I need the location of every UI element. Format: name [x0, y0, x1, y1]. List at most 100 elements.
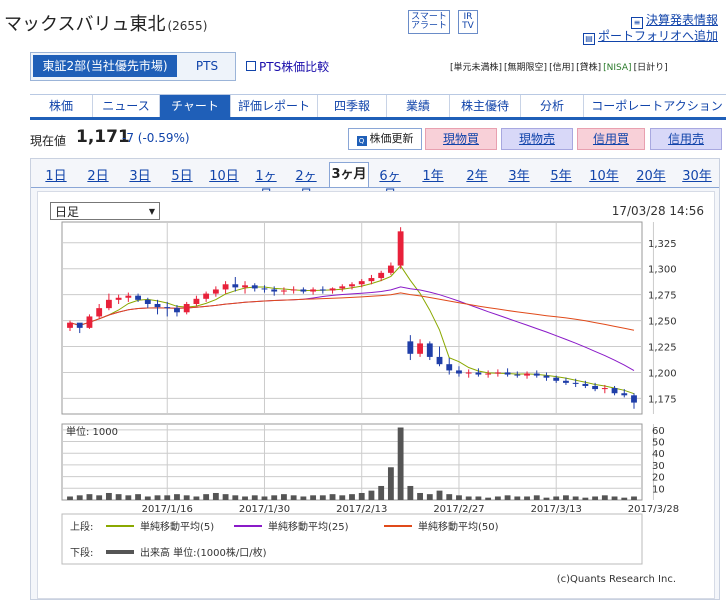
- main-tabs: 株価 ニュース チャート 評価レポート 四季報 業績 株主優待 分析 コーポレートアクション: [30, 94, 726, 120]
- spot-sell-button[interactable]: 現物売: [501, 128, 573, 150]
- volume-bar: [212, 492, 219, 500]
- x-tick-label: 2017/1/30: [239, 504, 290, 515]
- period-4[interactable]: 10日: [207, 165, 241, 184]
- tab-6[interactable]: 株主優待: [450, 95, 521, 117]
- legend-series-label: 単純移動平均(50): [418, 520, 499, 533]
- volume-bar: [242, 496, 248, 500]
- volume-tick-label: 50: [652, 438, 665, 449]
- volume-bar: [232, 495, 239, 500]
- stock-chart[interactable]: 1,175 1,200 1,225 1,250 1,275 1,300 1,325 10203…: [38, 192, 714, 598]
- period-1[interactable]: 2日: [85, 165, 111, 184]
- candle-body: [611, 388, 618, 394]
- volume-bar: [251, 495, 258, 500]
- refresh-icon: Q: [356, 136, 367, 146]
- candle-body: [397, 231, 404, 266]
- external-link-icon: [246, 61, 256, 71]
- pts-compare-link[interactable]: PTS株価比較: [246, 58, 329, 75]
- market-tab-pts[interactable]: PTS: [181, 55, 233, 77]
- candle-body: [174, 308, 180, 313]
- period-12[interactable]: 5年: [547, 165, 575, 184]
- volume-bar: [125, 495, 132, 500]
- price-panel-frame: [61, 221, 643, 415]
- candle-body: [494, 372, 501, 374]
- price-tick-label: 1,300: [648, 265, 677, 276]
- badge-margin: [信用]: [549, 63, 575, 73]
- badge-lending: [貸株]: [576, 63, 602, 73]
- market-tab-tse2[interactable]: 東証2部(当社優先市場): [33, 55, 177, 77]
- volume-bar: [290, 495, 297, 500]
- chart-panel: 1日2日3日5日10日1ヶ月2ヶ月3ヶ月6ヶ月1年2年3年5年10年20年30年…: [30, 158, 720, 600]
- badge-nisa: [NISA]: [603, 63, 632, 73]
- page-title: マックスバリュ東北 (2655): [4, 10, 207, 36]
- volume-bar: [417, 492, 423, 500]
- period-13[interactable]: 10年: [589, 165, 619, 184]
- volume-bar: [621, 497, 628, 500]
- tab-0[interactable]: 株価: [30, 95, 93, 117]
- earnings-info-label: 決算発表情報: [645, 13, 718, 27]
- volume-bar: [543, 497, 550, 500]
- candle-body: [319, 289, 326, 291]
- price-tick-label: 1,225: [648, 343, 677, 354]
- period-3[interactable]: 5日: [169, 165, 195, 184]
- badge-daytrade: [日計り]: [633, 63, 668, 73]
- tab-8[interactable]: コーポレートアクション: [584, 95, 726, 117]
- volume-bar: [592, 496, 599, 500]
- period-7[interactable]: 3ヶ月: [329, 162, 369, 187]
- volume-bar: [115, 494, 122, 500]
- volume-bar: [611, 496, 618, 500]
- candle-body: [212, 289, 219, 294]
- volume-bar: [67, 496, 73, 500]
- candle-body: [465, 372, 472, 374]
- company-name: マックスバリュ東北: [4, 14, 166, 35]
- period-2[interactable]: 3日: [127, 165, 153, 184]
- x-tick-label: 2017/3/28: [628, 504, 679, 515]
- add-portfolio-link[interactable]: ▤ ポートフォリオへ追加: [582, 27, 718, 45]
- candle-body: [222, 284, 229, 290]
- volume-bar: [86, 494, 93, 500]
- volume-bar: [563, 495, 569, 500]
- volume-bar: [368, 490, 375, 500]
- volume-bar: [387, 467, 394, 500]
- tab-4[interactable]: 四季報: [318, 95, 387, 117]
- margin-sell-button[interactable]: 信用売: [650, 128, 722, 150]
- period-15[interactable]: 30年: [681, 165, 713, 184]
- volume-bar: [514, 496, 521, 500]
- tab-7[interactable]: 分析: [521, 95, 584, 117]
- candle-body: [446, 364, 453, 371]
- volume-bar: [426, 494, 433, 500]
- period-10[interactable]: 2年: [463, 165, 491, 184]
- candle-body: [251, 285, 258, 289]
- price-tick-label: 1,175: [648, 394, 677, 405]
- candle-body: [504, 372, 511, 375]
- volume-bar: [310, 495, 317, 500]
- period-9[interactable]: 1年: [419, 165, 447, 184]
- tab-3[interactable]: 評価レポート: [231, 95, 318, 117]
- volume-unit-label: 単位: 1000: [66, 425, 118, 438]
- volume-bar: [183, 495, 190, 500]
- copyright: (c)Quants Research Inc.: [557, 574, 676, 585]
- x-tick-label: 2017/1/16: [142, 504, 193, 515]
- margin-buy-button[interactable]: 信用買: [577, 128, 645, 150]
- candle-body: [67, 322, 73, 328]
- volume-bar: [446, 494, 453, 500]
- refresh-price-button[interactable]: Q 株価更新: [348, 128, 422, 150]
- candle-body: [300, 289, 307, 292]
- x-tick-label: 2017/3/13: [531, 504, 582, 515]
- period-0[interactable]: 1日: [43, 165, 69, 184]
- candle-body: [368, 278, 375, 282]
- tab-1[interactable]: ニュース: [93, 95, 160, 117]
- candle-body: [621, 393, 628, 396]
- candle-body: [572, 382, 579, 384]
- volume-bar: [485, 497, 492, 500]
- tab-5[interactable]: 業績: [387, 95, 450, 117]
- spot-buy-button[interactable]: 現物買: [425, 128, 497, 150]
- legend-volume-label: 出来高 単位:(1000株/口/枚): [140, 546, 267, 559]
- smart-alert-button[interactable]: スマート アラート: [408, 10, 450, 34]
- volume-bar: [601, 495, 608, 500]
- ir-tv-button[interactable]: IR TV: [458, 10, 478, 34]
- period-11[interactable]: 3年: [505, 165, 533, 184]
- candle-body: [271, 289, 278, 292]
- tab-2[interactable]: チャート: [160, 95, 231, 117]
- period-14[interactable]: 20年: [635, 165, 667, 184]
- volume-bar: [203, 494, 210, 500]
